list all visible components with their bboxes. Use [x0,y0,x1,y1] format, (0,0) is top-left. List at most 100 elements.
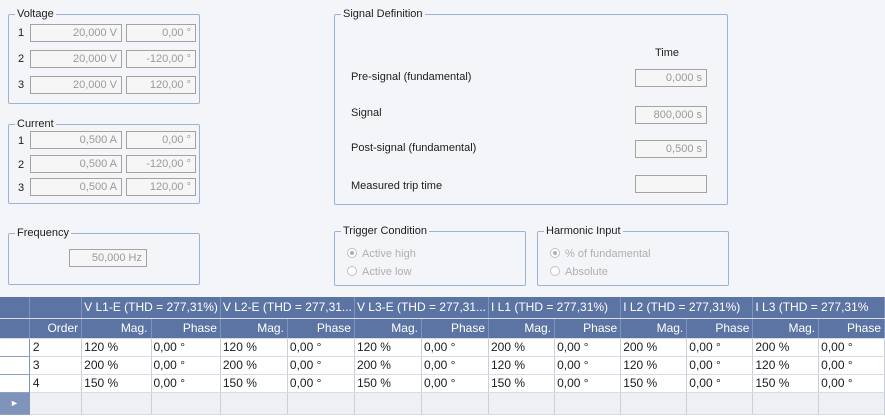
percent-of-fundamental-radio[interactable]: % of fundamental [550,248,651,260]
active-high-radio[interactable]: Active high [347,248,416,260]
mag-column-header[interactable]: Mag. [620,317,688,339]
phase-column-header[interactable]: Phase [818,317,885,339]
phase-cell[interactable]: 0,00 ° [554,338,622,357]
new-row-cell[interactable] [421,392,490,415]
i-l3-column-header[interactable]: I L3 (THD = 277,31% [752,297,885,319]
phase-cell[interactable]: 0,00 ° [151,338,221,357]
magnitude-cell[interactable]: 150 % [752,374,820,393]
pre-signal-time-field[interactable]: 0,000 s [635,69,707,87]
phase-cell[interactable]: 0,00 ° [151,356,221,375]
current-l2-magnitude-field[interactable]: 0,500 A [30,155,122,173]
phase-cell[interactable]: 0,00 ° [686,338,754,357]
new-row-cell[interactable] [686,392,754,415]
absolute-radio[interactable]: Absolute [550,266,608,278]
mag-column-header[interactable]: Mag. [488,317,556,339]
voltage-l2-magnitude-field[interactable]: 20,000 V [30,50,122,68]
phase-column-header[interactable]: Phase [686,317,754,339]
i-l1-column-header[interactable]: I L1 (THD = 277,31%) [488,297,622,319]
v-l2-column-header[interactable]: V L2-E (THD = 277,31... [220,297,355,319]
magnitude-cell[interactable]: 120 % [81,338,152,357]
row-selector[interactable] [0,338,30,357]
magnitude-cell[interactable]: 120 % [354,338,422,357]
phase-cell[interactable]: 0,00 ° [421,338,490,357]
new-row-cell[interactable] [220,392,288,415]
phase-cell[interactable]: 0,00 ° [818,338,885,357]
mag-column-header[interactable]: Mag. [752,317,820,339]
table-row[interactable]: 3 200 % 0,00 ° 200 % 0,00 ° 200 % 0,00 ° 120 % 0… [0,356,885,375]
phase-cell[interactable]: 0,00 ° [686,356,754,375]
magnitude-cell[interactable]: 150 % [220,374,288,393]
voltage-l1-magnitude-field[interactable]: 20,000 V [30,24,122,42]
phase-cell[interactable]: 0,00 ° [287,374,355,393]
phase-cell[interactable]: 0,00 ° [818,356,885,375]
current-l3-phase-field[interactable]: 120,00 ° [126,178,196,196]
magnitude-cell[interactable]: 200 % [488,338,556,357]
phase-cell[interactable]: 0,00 ° [554,356,622,375]
signal-time-field[interactable]: 800,000 s [635,106,707,124]
magnitude-cell[interactable]: 150 % [620,374,688,393]
phase-cell[interactable]: 0,00 ° [287,356,355,375]
new-row-cell[interactable] [752,392,820,415]
magnitude-cell[interactable]: 150 % [81,374,152,393]
measured-trip-time-field[interactable] [635,175,707,193]
active-low-radio[interactable]: Active low [347,266,412,278]
order-cell[interactable]: 3 [29,356,83,375]
row-selector[interactable] [0,356,30,375]
phase-column-header[interactable]: Phase [151,317,221,339]
new-row-cell[interactable] [151,392,221,415]
v-l1-column-header[interactable]: V L1-E (THD = 277,31%) [81,297,221,319]
phase-cell[interactable]: 0,00 ° [421,356,490,375]
current-l1-magnitude-field[interactable]: 0,500 A [30,131,122,149]
magnitude-cell[interactable]: 120 % [488,356,556,375]
magnitude-cell[interactable]: 150 % [354,374,422,393]
v-l3-column-header[interactable]: V L3-E (THD = 277,31... [354,297,490,319]
new-row-cell[interactable] [287,392,355,415]
harmonics-table: V L1-E (THD = 277,31%) V L2-E (THD = 277… [0,297,885,419]
new-row-cell[interactable] [620,392,688,415]
phase-cell[interactable]: 0,00 ° [686,374,754,393]
order-cell[interactable]: 4 [29,374,83,393]
mag-column-header[interactable]: Mag. [220,317,288,339]
magnitude-cell[interactable]: 200 % [620,338,688,357]
post-signal-time-field[interactable]: 0,500 s [635,140,707,158]
current-l1-phase-field[interactable]: 0,00 ° [126,131,196,149]
order-column-header[interactable]: Order [29,317,83,339]
new-row-cell[interactable] [29,392,83,415]
new-row-cell[interactable] [818,392,885,415]
voltage-l1-phase-field[interactable]: 0,00 ° [126,24,196,42]
phase-column-header[interactable]: Phase [287,317,355,339]
frequency-field[interactable]: 50,000 Hz [69,249,147,267]
phase-cell[interactable]: 0,00 ° [818,374,885,393]
table-row[interactable]: 4 150 % 0,00 ° 150 % 0,00 ° 150 % 0,00 ° 150 % 0… [0,374,885,393]
phase-cell[interactable]: 0,00 ° [554,374,622,393]
magnitude-cell[interactable]: 200 % [81,356,152,375]
new-row-indicator-icon[interactable]: ► [0,392,30,415]
magnitude-cell[interactable]: 120 % [220,338,288,357]
magnitude-cell[interactable]: 120 % [620,356,688,375]
phase-column-header[interactable]: Phase [421,317,490,339]
new-row-cell[interactable] [554,392,622,415]
phase-cell[interactable]: 0,00 ° [421,374,490,393]
phase-cell[interactable]: 0,00 ° [151,374,221,393]
phase-column-header[interactable]: Phase [554,317,622,339]
voltage-l3-phase-field[interactable]: 120,00 ° [126,76,196,94]
mag-column-header[interactable]: Mag. [81,317,152,339]
order-cell[interactable]: 2 [29,338,83,357]
voltage-l3-magnitude-field[interactable]: 20,000 V [30,76,122,94]
magnitude-cell[interactable]: 120 % [752,356,820,375]
magnitude-cell[interactable]: 200 % [354,356,422,375]
new-row-cell[interactable] [488,392,556,415]
magnitude-cell[interactable]: 200 % [220,356,288,375]
current-l2-phase-field[interactable]: -120,00 ° [126,155,196,173]
i-l2-column-header[interactable]: I L2 (THD = 277,31%) [620,297,754,319]
magnitude-cell[interactable]: 150 % [488,374,556,393]
mag-column-header[interactable]: Mag. [354,317,422,339]
row-selector[interactable] [0,374,30,393]
voltage-l2-phase-field[interactable]: -120,00 ° [126,50,196,68]
table-row[interactable]: 2 120 % 0,00 ° 120 % 0,00 ° 120 % 0,00 ° 200 % 0… [0,338,885,357]
current-l3-magnitude-field[interactable]: 0,500 A [30,178,122,196]
magnitude-cell[interactable]: 200 % [752,338,820,357]
new-row-cell[interactable] [81,392,152,415]
phase-cell[interactable]: 0,00 ° [287,338,355,357]
new-row-cell[interactable] [354,392,422,415]
